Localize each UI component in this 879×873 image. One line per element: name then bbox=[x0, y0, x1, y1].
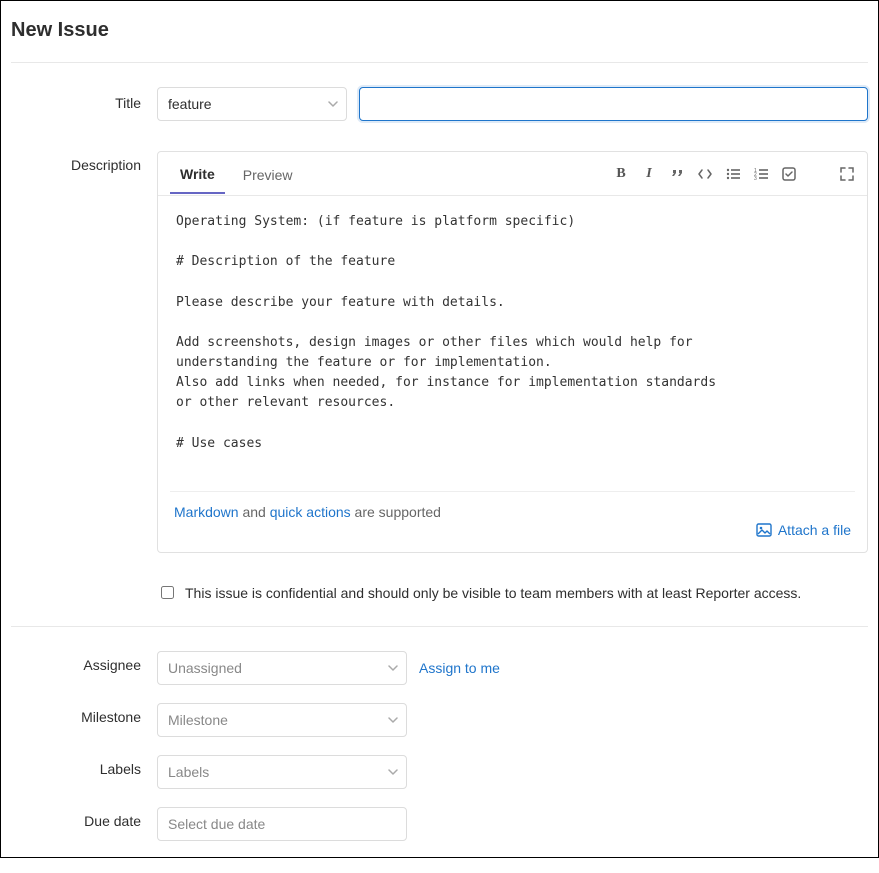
bold-icon[interactable]: B bbox=[613, 166, 629, 182]
chevron-down-icon bbox=[388, 663, 398, 673]
milestone-select[interactable]: Milestone bbox=[157, 703, 407, 737]
description-row: Description Write Preview B I bbox=[11, 151, 868, 553]
title-row: Title feature bbox=[11, 87, 868, 121]
due-date-row: Due date Select due date bbox=[11, 807, 868, 841]
labels-row: Labels Labels bbox=[11, 755, 868, 789]
assignee-label: Assignee bbox=[11, 651, 157, 673]
due-date-input[interactable]: Select due date bbox=[157, 807, 407, 841]
title-input[interactable] bbox=[359, 87, 868, 121]
divider bbox=[11, 62, 868, 63]
markdown-hint: Markdown and quick actions are supported bbox=[174, 504, 441, 520]
title-label: Title bbox=[11, 87, 157, 111]
svg-text:3: 3 bbox=[754, 176, 757, 181]
confidential-label: This issue is confidential and should on… bbox=[185, 585, 801, 601]
numbered-list-icon[interactable]: 123 bbox=[753, 167, 769, 181]
assignee-select[interactable]: Unassigned bbox=[157, 651, 407, 685]
due-date-label: Due date bbox=[11, 807, 157, 829]
labels-placeholder: Labels bbox=[168, 764, 209, 780]
chevron-down-icon bbox=[388, 715, 398, 725]
quick-actions-link[interactable]: quick actions bbox=[270, 504, 351, 520]
milestone-placeholder: Milestone bbox=[168, 712, 228, 728]
page-title: New Issue bbox=[11, 19, 868, 42]
due-date-placeholder: Select due date bbox=[168, 816, 265, 832]
description-textarea[interactable] bbox=[174, 210, 851, 470]
quote-icon[interactable] bbox=[669, 167, 685, 181]
description-editor: Write Preview B I bbox=[157, 151, 868, 553]
italic-icon[interactable]: I bbox=[641, 166, 657, 182]
tab-preview[interactable]: Preview bbox=[233, 155, 303, 193]
labels-select[interactable]: Labels bbox=[157, 755, 407, 789]
image-icon bbox=[756, 522, 772, 538]
confidential-checkbox[interactable] bbox=[161, 586, 174, 599]
markdown-link[interactable]: Markdown bbox=[174, 504, 239, 520]
assignee-placeholder: Unassigned bbox=[168, 660, 242, 676]
attach-file-button[interactable]: Attach a file bbox=[756, 522, 851, 538]
labels-label: Labels bbox=[11, 755, 157, 777]
issue-template-select[interactable]: feature bbox=[157, 87, 347, 121]
attach-file-label: Attach a file bbox=[778, 522, 851, 538]
issue-template-selected: feature bbox=[168, 96, 212, 112]
code-icon[interactable] bbox=[697, 167, 713, 181]
editor-toolbar: B I 123 bbox=[613, 166, 855, 182]
confidential-row: This issue is confidential and should on… bbox=[157, 583, 868, 602]
divider bbox=[11, 626, 868, 627]
chevron-down-icon bbox=[388, 767, 398, 777]
description-label: Description bbox=[11, 151, 157, 173]
milestone-label: Milestone bbox=[11, 703, 157, 725]
tab-write[interactable]: Write bbox=[170, 154, 225, 194]
assign-to-me-link[interactable]: Assign to me bbox=[419, 660, 500, 676]
fullscreen-icon[interactable] bbox=[839, 167, 855, 181]
task-list-icon[interactable] bbox=[781, 167, 797, 181]
milestone-row: Milestone Milestone bbox=[11, 703, 868, 737]
assignee-row: Assignee Unassigned Assign to me bbox=[11, 651, 868, 685]
bullet-list-icon[interactable] bbox=[725, 167, 741, 181]
chevron-down-icon bbox=[328, 99, 338, 109]
